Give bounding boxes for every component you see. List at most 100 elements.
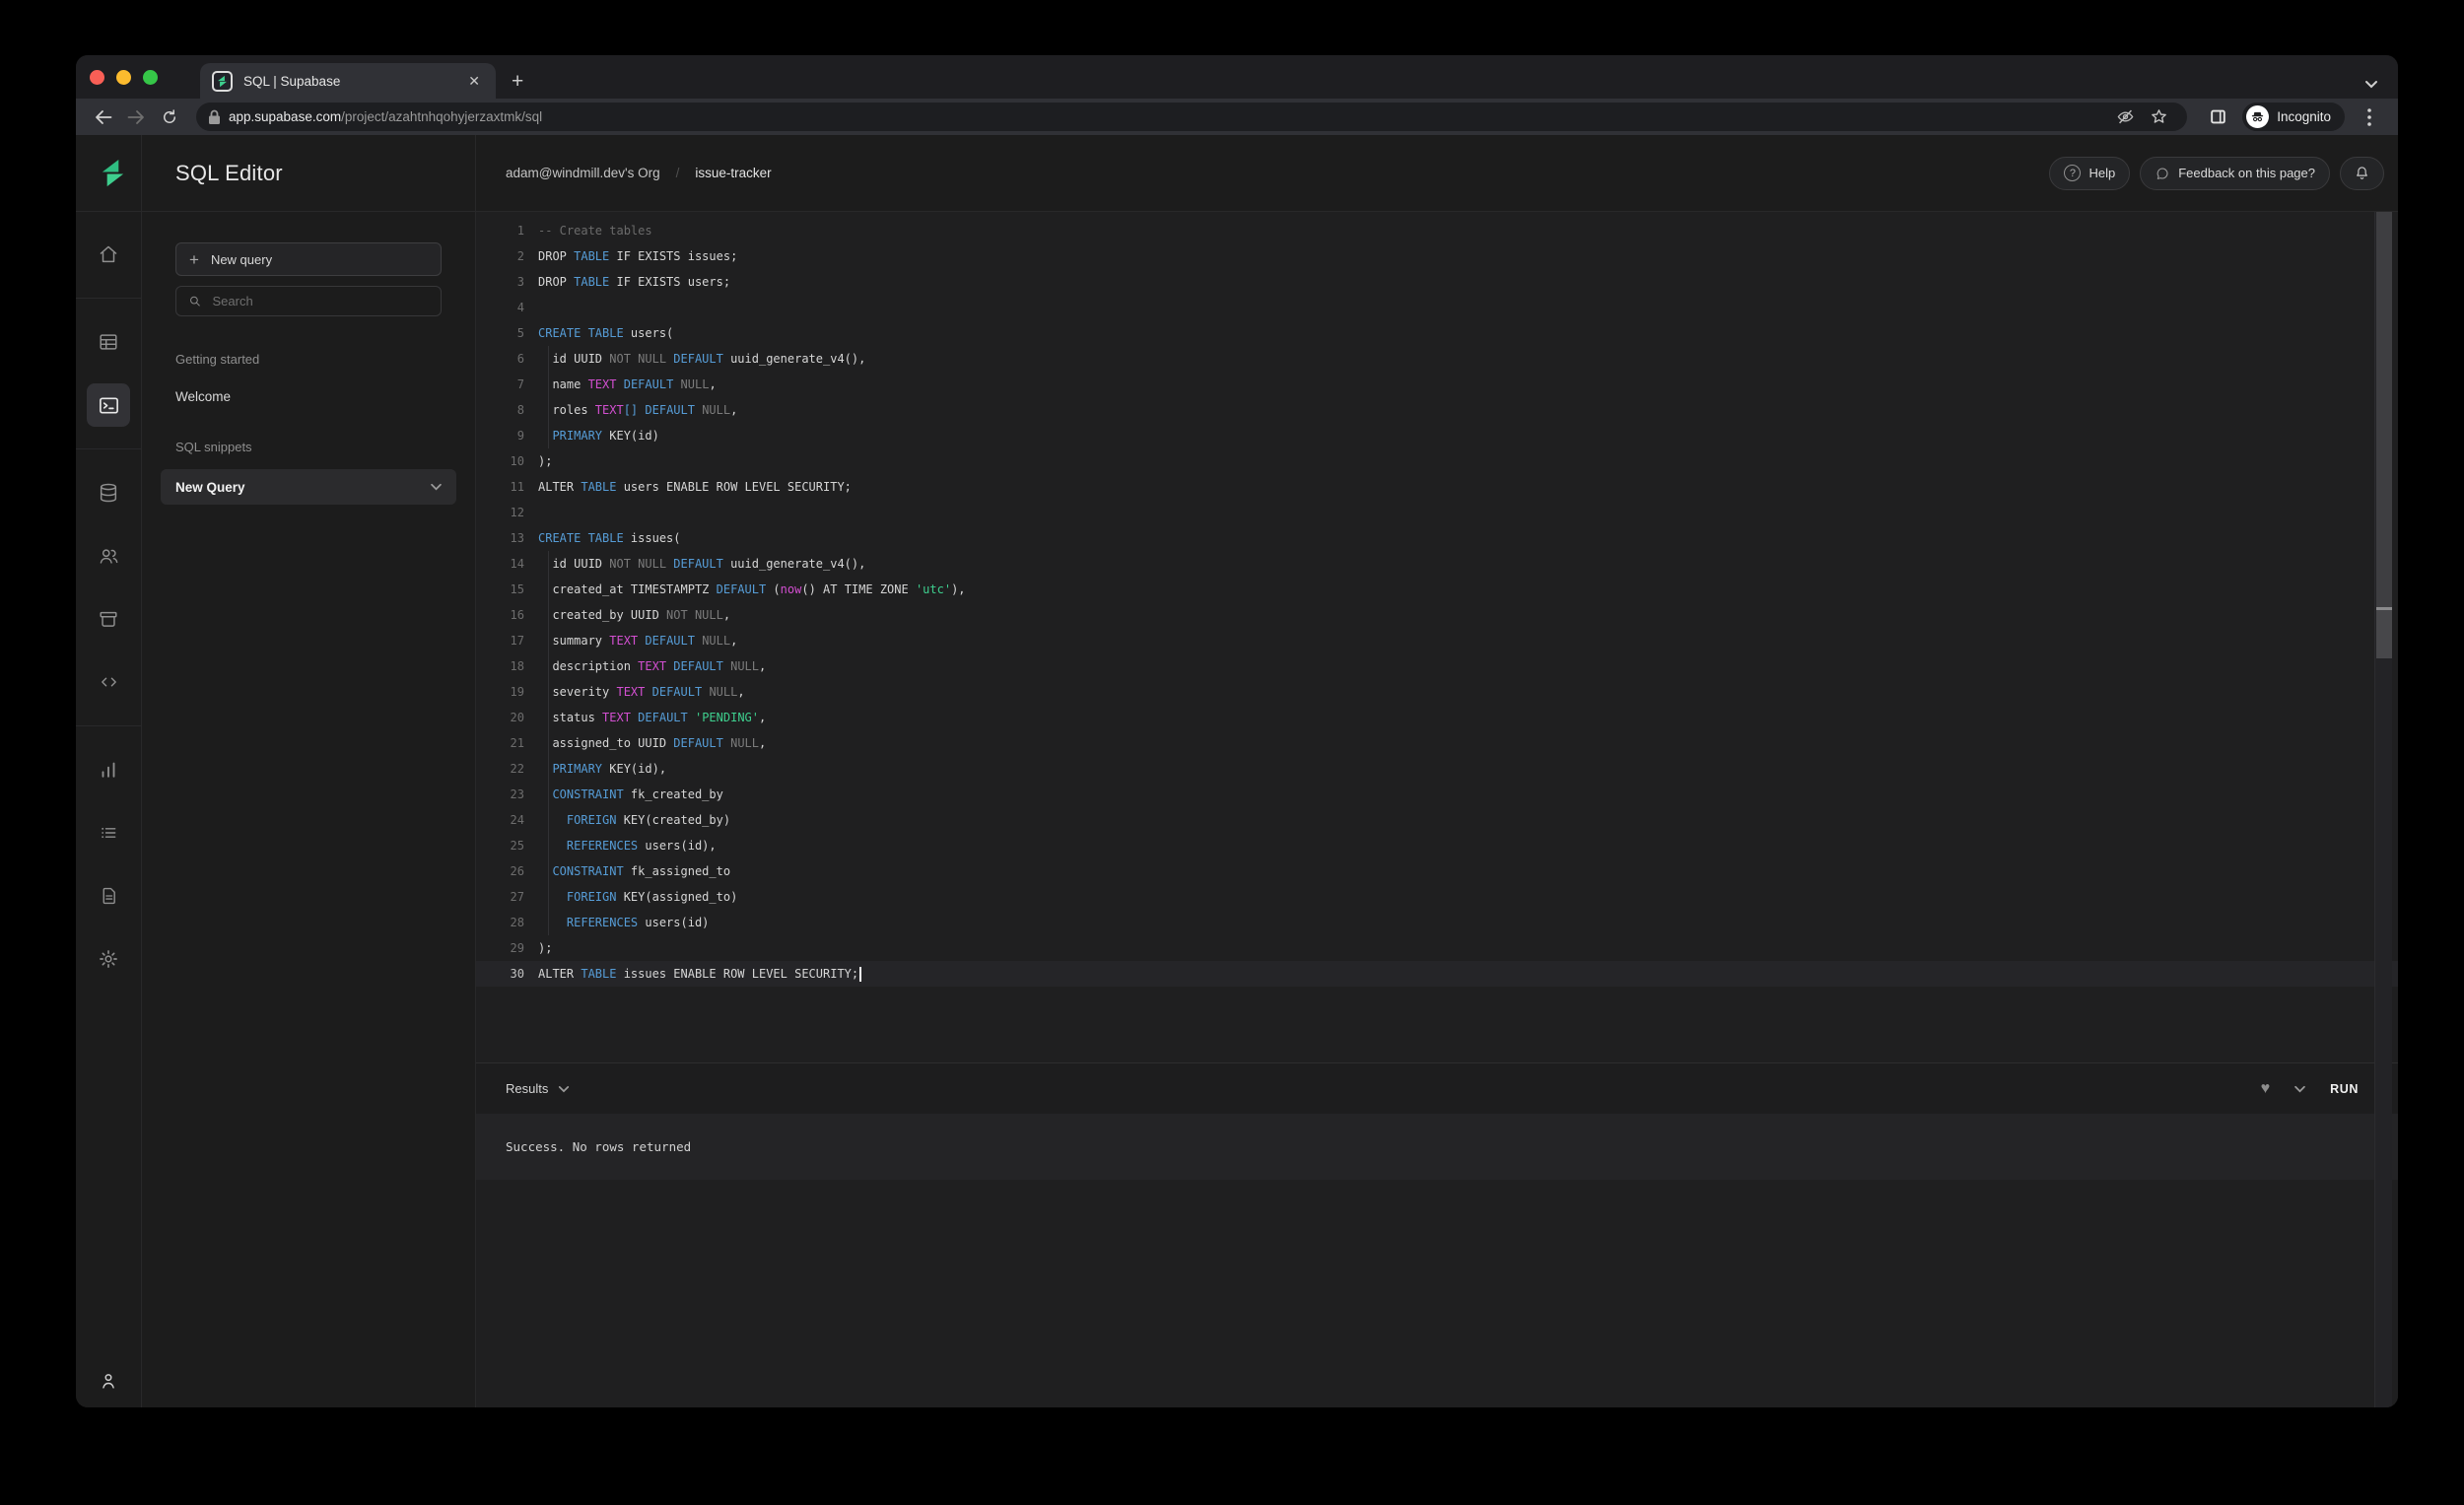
code-line[interactable]: 14 id UUID NOT NULL DEFAULT uuid_generat…	[476, 551, 2398, 577]
code-line[interactable]: 5CREATE TABLE users(	[476, 320, 2398, 346]
scrollbar-thumb-secondary[interactable]	[2376, 610, 2392, 658]
results-empty-area	[476, 1180, 2398, 1407]
browser-tab[interactable]: SQL | Supabase ✕	[200, 63, 496, 99]
search-box[interactable]	[175, 286, 442, 316]
scrollbar[interactable]	[2374, 212, 2392, 1407]
code-line[interactable]: 15 created_at TIMESTAMPTZ DEFAULT (now()…	[476, 577, 2398, 602]
supabase-logo-icon	[98, 158, 128, 188]
breadcrumb-org[interactable]: adam@windmill.dev's Org	[506, 166, 660, 180]
code-line[interactable]: 22 PRIMARY KEY(id),	[476, 756, 2398, 782]
code-line[interactable]: 12	[476, 500, 2398, 525]
nav-logs[interactable]	[87, 811, 130, 855]
url-path: /project/azahtnhqohyjerzaxtmk/sql	[341, 109, 542, 124]
code-line[interactable]: 26 CONSTRAINT fk_assigned_to	[476, 858, 2398, 884]
nav-table-editor[interactable]	[87, 320, 130, 364]
nav-auth[interactable]	[87, 534, 130, 578]
nav-docs[interactable]	[87, 874, 130, 918]
scrollbar-thumb[interactable]	[2376, 212, 2392, 607]
code-line[interactable]: 18 description TEXT DEFAULT NULL,	[476, 653, 2398, 679]
feedback-button[interactable]: Feedback on this page?	[2140, 157, 2330, 190]
line-content: status TEXT DEFAULT 'PENDING',	[524, 705, 766, 730]
code-line[interactable]: 21 assigned_to UUID DEFAULT NULL,	[476, 730, 2398, 756]
code-line[interactable]: 29);	[476, 935, 2398, 961]
code-line[interactable]: 10);	[476, 448, 2398, 474]
line-number: 3	[476, 269, 524, 295]
code-line[interactable]: 17 summary TEXT DEFAULT NULL,	[476, 628, 2398, 653]
reload-icon[interactable]	[153, 103, 186, 132]
help-button[interactable]: ? Help	[2049, 157, 2130, 190]
nav-database[interactable]	[87, 471, 130, 514]
line-number: 16	[476, 602, 524, 628]
nav-home[interactable]	[87, 233, 130, 276]
search-input[interactable]	[213, 294, 430, 308]
sidebar-item-welcome[interactable]: Welcome	[175, 389, 442, 404]
line-number: 8	[476, 397, 524, 423]
code-line[interactable]: 2DROP TABLE IF EXISTS issues;	[476, 243, 2398, 269]
minimize-window-button[interactable]	[116, 70, 131, 85]
code-line[interactable]: 6 id UUID NOT NULL DEFAULT uuid_generate…	[476, 346, 2398, 372]
code-line[interactable]: 25 REFERENCES users(id),	[476, 833, 2398, 858]
close-window-button[interactable]	[90, 70, 104, 85]
line-number: 12	[476, 500, 524, 525]
logo-cell	[76, 135, 142, 211]
line-content: summary TEXT DEFAULT NULL,	[524, 628, 737, 653]
nav-edge-functions[interactable]	[87, 660, 130, 704]
incognito-badge[interactable]: Incognito	[2242, 103, 2345, 131]
url-text: app.supabase.com/project/azahtnhqohyjerz…	[229, 109, 2108, 124]
chevron-down-icon[interactable]	[2293, 1085, 2306, 1093]
bookmark-star-icon[interactable]	[2142, 103, 2175, 132]
results-tab[interactable]: Results	[506, 1081, 570, 1096]
line-content: );	[524, 935, 552, 961]
code-editor[interactable]: 1-- Create tables2DROP TABLE IF EXISTS i…	[476, 212, 2398, 1062]
code-line[interactable]: 27 FOREIGN KEY(assigned_to)	[476, 884, 2398, 910]
code-line[interactable]: 24 FOREIGN KEY(created_by)	[476, 807, 2398, 833]
line-content: ALTER TABLE users ENABLE ROW LEVEL SECUR…	[524, 474, 852, 500]
line-number: 26	[476, 858, 524, 884]
forward-icon[interactable]	[119, 103, 153, 132]
notifications-button[interactable]	[2340, 157, 2384, 190]
indent-guide	[548, 346, 549, 448]
sidebar-item-new-query[interactable]: New Query	[161, 469, 456, 505]
nav-account[interactable]	[98, 1370, 119, 1392]
tab-search-chevron-icon[interactable]	[2364, 80, 2378, 99]
line-number: 28	[476, 910, 524, 935]
code-line[interactable]: 9 PRIMARY KEY(id)	[476, 423, 2398, 448]
url-bar[interactable]: app.supabase.com/project/azahtnhqohyjerz…	[196, 103, 2187, 131]
code-line[interactable]: 11ALTER TABLE users ENABLE ROW LEVEL SEC…	[476, 474, 2398, 500]
code-line[interactable]: 16 created_by UUID NOT NULL,	[476, 602, 2398, 628]
line-number: 9	[476, 423, 524, 448]
code-line[interactable]: 7 name TEXT DEFAULT NULL,	[476, 372, 2398, 397]
plus-icon: +	[189, 251, 199, 268]
code-line[interactable]: 4	[476, 295, 2398, 320]
code-line[interactable]: 19 severity TEXT DEFAULT NULL,	[476, 679, 2398, 705]
nav-reports[interactable]	[87, 748, 130, 791]
run-button[interactable]: RUN	[2330, 1082, 2359, 1096]
code-line[interactable]: 1-- Create tables	[476, 218, 2398, 243]
zoom-window-button[interactable]	[143, 70, 158, 85]
side-panel-icon[interactable]	[2201, 103, 2234, 132]
code-line[interactable]: 28 REFERENCES users(id)	[476, 910, 2398, 935]
nav-rail	[76, 212, 142, 1407]
nav-storage[interactable]	[87, 597, 130, 641]
nav-sql-editor[interactable]	[87, 383, 130, 427]
breadcrumb-project[interactable]: issue-tracker	[695, 166, 771, 180]
favorite-heart-icon[interactable]: ♥	[2261, 1081, 2271, 1097]
tab-close-icon[interactable]: ✕	[464, 72, 484, 90]
browser-menu-kebab-icon[interactable]	[2353, 103, 2386, 132]
code-line[interactable]: 23 CONSTRAINT fk_created_by	[476, 782, 2398, 807]
snippet-label: New Query	[175, 480, 245, 495]
line-number: 27	[476, 884, 524, 910]
line-content: id UUID NOT NULL DEFAULT uuid_generate_v…	[524, 551, 865, 577]
code-line[interactable]: 13CREATE TABLE issues(	[476, 525, 2398, 551]
new-query-button[interactable]: + New query	[175, 242, 442, 276]
back-icon[interactable]	[86, 103, 119, 132]
code-line[interactable]: 8 roles TEXT[] DEFAULT NULL,	[476, 397, 2398, 423]
eye-off-icon[interactable]	[2108, 103, 2142, 132]
code-line[interactable]: 20 status TEXT DEFAULT 'PENDING',	[476, 705, 2398, 730]
nav-settings[interactable]	[87, 937, 130, 981]
code-line[interactable]: 3DROP TABLE IF EXISTS users;	[476, 269, 2398, 295]
tab-strip: SQL | Supabase ✕ +	[76, 55, 2398, 99]
code-line[interactable]: 30ALTER TABLE issues ENABLE ROW LEVEL SE…	[476, 961, 2398, 987]
line-number: 24	[476, 807, 524, 833]
new-tab-button[interactable]: +	[512, 71, 523, 99]
